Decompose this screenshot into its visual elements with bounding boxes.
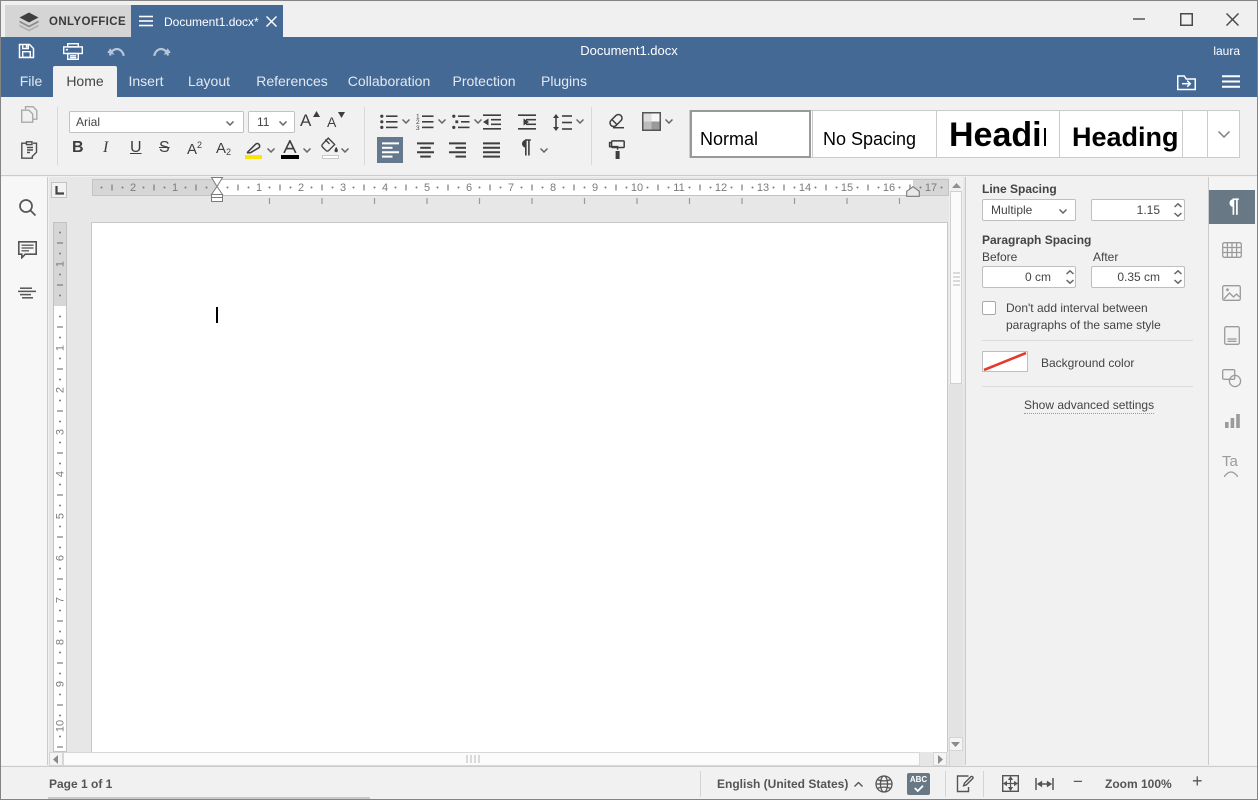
svg-text:13: 13 [757, 182, 769, 194]
svg-text:6: 6 [466, 182, 472, 194]
svg-text:1: 1 [256, 182, 262, 194]
svg-text:5: 5 [424, 182, 430, 194]
svg-text:11: 11 [673, 182, 684, 194]
svg-text:12: 12 [715, 182, 727, 194]
svg-text:3: 3 [416, 125, 420, 130]
svg-text:9: 9 [55, 681, 67, 687]
svg-text:2: 2 [130, 182, 136, 194]
svg-text:17: 17 [925, 182, 937, 194]
svg-text:16: 16 [883, 182, 895, 194]
svg-text:6: 6 [55, 555, 67, 561]
svg-text:1: 1 [55, 261, 67, 267]
svg-text:8: 8 [55, 639, 67, 645]
svg-text:4: 4 [382, 182, 388, 194]
svg-text:3: 3 [55, 429, 67, 435]
svg-text:1: 1 [55, 345, 67, 351]
svg-text:5: 5 [55, 513, 67, 519]
svg-text:9: 9 [592, 182, 598, 194]
svg-text:10: 10 [55, 720, 67, 732]
svg-text:1: 1 [172, 182, 178, 194]
svg-text:15: 15 [841, 182, 853, 194]
svg-text:3: 3 [340, 182, 346, 194]
svg-text:2: 2 [298, 182, 304, 194]
svg-text:4: 4 [55, 471, 67, 477]
svg-text:8: 8 [550, 182, 556, 194]
svg-text:7: 7 [55, 597, 67, 603]
svg-text:14: 14 [799, 182, 811, 194]
svg-text:10: 10 [631, 182, 643, 194]
svg-text:7: 7 [508, 182, 514, 194]
svg-text:2: 2 [55, 387, 67, 393]
